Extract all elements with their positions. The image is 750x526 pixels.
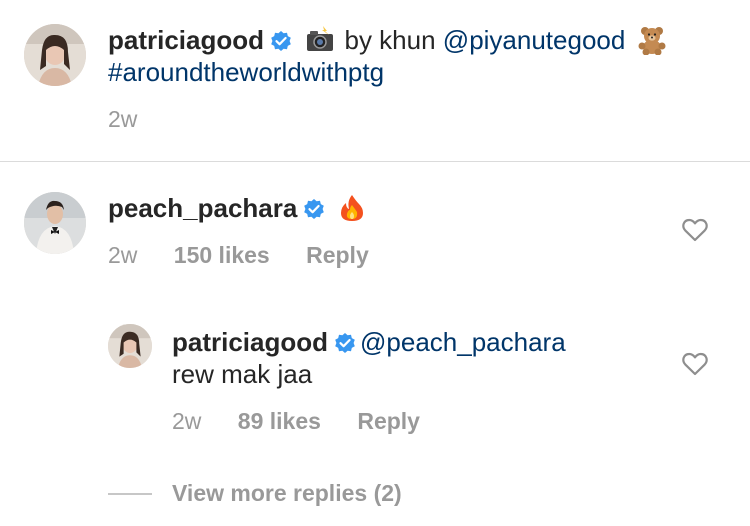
reply-username[interactable]: patriciagood xyxy=(172,327,328,357)
reply-mention[interactable]: @peach_pachara xyxy=(360,327,566,357)
caption-line-2: #aroundtheworldwithptg xyxy=(108,56,384,88)
reply-text: rew mak jaa xyxy=(172,359,313,389)
comment-reply-button[interactable]: Reply xyxy=(306,241,369,269)
avatar[interactable] xyxy=(24,192,86,254)
like-heart-icon[interactable] xyxy=(682,352,708,376)
avatar[interactable] xyxy=(24,24,86,86)
comment-likes[interactable]: 150 likes xyxy=(174,241,270,269)
caption-hashtag[interactable]: #aroundtheworldwithptg xyxy=(108,57,384,87)
comment-username[interactable]: peach_pachara xyxy=(108,193,297,223)
reply-line-2: rew mak jaa xyxy=(172,358,312,390)
avatar[interactable] xyxy=(108,324,152,368)
caption-meta: 2w xyxy=(108,105,137,133)
caption-mention[interactable]: @piyanutegood xyxy=(443,25,626,55)
view-more-replies-button[interactable]: View more replies (2) xyxy=(172,479,402,507)
teddy-bear-icon xyxy=(638,27,666,55)
verified-badge-icon xyxy=(271,31,291,51)
caption-username[interactable]: patriciagood xyxy=(108,25,264,55)
reply-likes[interactable]: 89 likes xyxy=(238,407,321,435)
comments-view: patriciagood by khun @piyanutegood #arou… xyxy=(0,0,750,526)
caption-by-text: by khun xyxy=(344,25,436,55)
comment-meta: 2w 150 likes Reply xyxy=(108,241,369,269)
avatar-image xyxy=(24,192,86,254)
verified-badge-icon xyxy=(335,333,355,353)
caption-line-1: patriciagood by khun @piyanutegood xyxy=(108,24,667,56)
camera-with-flash-icon xyxy=(307,26,334,51)
like-heart-icon[interactable] xyxy=(682,218,708,242)
avatar-image xyxy=(108,324,152,368)
comment-time: 2w xyxy=(108,242,138,268)
divider xyxy=(0,161,750,162)
view-more-divider xyxy=(108,493,152,495)
reply-line-1: patriciagood @peach_pachara xyxy=(172,326,566,358)
reply-reply-button[interactable]: Reply xyxy=(357,407,420,435)
reply-meta: 2w 89 likes Reply xyxy=(172,407,420,435)
avatar-image xyxy=(24,24,86,86)
caption-time: 2w xyxy=(108,106,138,132)
verified-badge-icon xyxy=(304,199,325,219)
comment-line: peach_pachara xyxy=(108,192,367,224)
fire-icon xyxy=(340,195,363,221)
reply-time: 2w xyxy=(172,408,202,434)
